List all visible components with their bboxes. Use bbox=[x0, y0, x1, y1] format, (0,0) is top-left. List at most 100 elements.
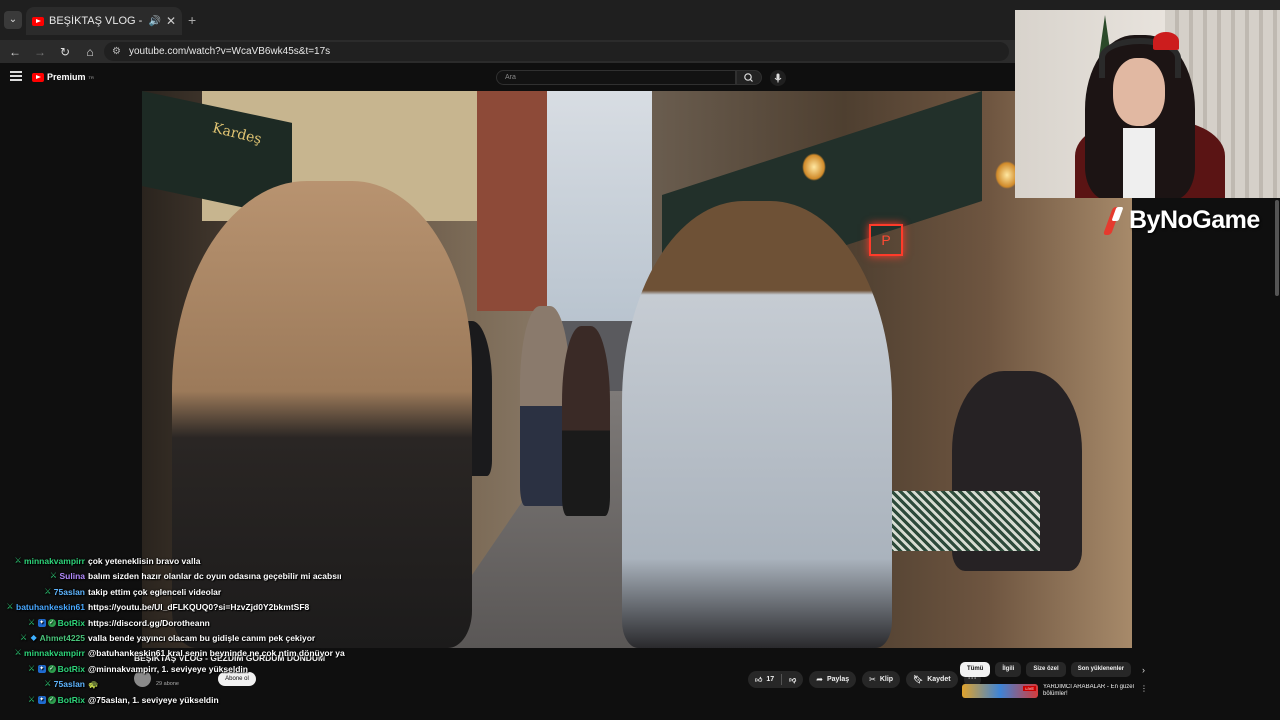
dislike-button[interactable]: 👎︎ bbox=[782, 675, 803, 684]
chat-username[interactable]: minnakvampirr bbox=[24, 556, 85, 566]
new-tab-button[interactable]: + bbox=[188, 12, 196, 28]
browser-tab-active[interactable]: BEŞİKTAŞ VLOG - GEZDİM GÖRDÜM 🔊 ✕ bbox=[26, 7, 182, 35]
chat-username[interactable]: 75aslan bbox=[54, 679, 85, 689]
chat-text: https://discord.gg/Dorotheann bbox=[88, 617, 210, 628]
chat-text: valla bende yayıncı olacam bu gidişle ca… bbox=[88, 632, 316, 643]
chat-username[interactable]: Sulina bbox=[59, 571, 85, 581]
sword-badge-icon: ⚔ bbox=[20, 632, 28, 642]
forward-arrow-icon[interactable]: → bbox=[30, 45, 50, 59]
chat-username[interactable]: Ahmet4225 bbox=[40, 633, 85, 643]
search-button[interactable] bbox=[736, 70, 762, 85]
clip-button[interactable]: ✂ Klip bbox=[862, 670, 901, 688]
cam-streamer-shirt bbox=[1123, 128, 1155, 198]
sponsor-name: ByNoGame bbox=[1129, 205, 1260, 234]
recommendation-chips: Tümü İlgili Size özel Son yüklenenler › bbox=[960, 662, 1145, 677]
logo-country: TR bbox=[88, 74, 94, 80]
chat-message: ⚔ ✦ ✓ BotRix https://discord.gg/Dorotheann bbox=[0, 618, 330, 633]
reload-icon[interactable]: ↻ bbox=[55, 45, 75, 59]
verified-badge-icon: ✓ bbox=[47, 618, 56, 627]
youtube-favicon-icon bbox=[32, 16, 44, 26]
recommended-video[interactable]: LIVE YARDIMCI ARABALAR - En güzel bölüml… bbox=[962, 684, 1148, 698]
sword-badge-icon: ⚔ bbox=[28, 617, 36, 627]
live-badge: LIVE bbox=[1023, 686, 1036, 691]
chat-message: ⚔ 75aslan 🐢 bbox=[0, 679, 330, 694]
like-dislike-group: 👍︎ 17 👎︎ bbox=[748, 670, 804, 688]
chat-text: @minnakvampirr, 1. seviyeye yükseldin bbox=[88, 663, 248, 674]
chip-for-you[interactable]: Size özel bbox=[1026, 662, 1066, 677]
browser-navbar: ← → ↻ ⌂ ⚙ youtube.com/watch?v=WcaVB6wk45… bbox=[0, 40, 1015, 63]
back-arrow-icon[interactable]: ← bbox=[5, 45, 25, 59]
rec-title[interactable]: YARDIMCI ARABALAR - En güzel bölümler! bbox=[1043, 684, 1135, 698]
voice-search-button[interactable] bbox=[770, 70, 786, 86]
chat-username[interactable]: batuhankeskin61 bbox=[16, 602, 85, 612]
chat-username[interactable]: BotRix bbox=[58, 618, 85, 628]
moderator-badge-icon: ✦ bbox=[37, 618, 46, 627]
chat-username[interactable]: 75aslan bbox=[54, 587, 85, 597]
scene-sky bbox=[547, 91, 657, 321]
share-label: Paylaş bbox=[826, 675, 850, 683]
more-vert-icon[interactable]: ⋮ bbox=[1140, 684, 1148, 698]
scene-person bbox=[622, 201, 892, 648]
chat-text: @batuhankeskin61 kral senin beyninde ne … bbox=[88, 648, 345, 659]
url-text: youtube.com/watch?v=WcaVB6wk45s&t=17s bbox=[128, 46, 331, 57]
chat-text: balım sizden hazır olanlar dc oyun odası… bbox=[88, 571, 342, 582]
chat-overlay: ⚔ minnakvampirr çok yeteneklisin bravo val… bbox=[0, 556, 344, 710]
chat-author: ⚔ minnakvampirr bbox=[14, 648, 85, 658]
site-info-icon[interactable]: ⚙ bbox=[112, 46, 121, 57]
chat-author: ⚔ ✦ ✓ BotRix bbox=[28, 695, 85, 705]
moderator-badge-icon: ✦ bbox=[37, 695, 46, 704]
save-button[interactable]: 🔖︎ Kaydet bbox=[906, 670, 958, 688]
webcam-overlay bbox=[1015, 10, 1280, 198]
home-icon[interactable]: ⌂ bbox=[80, 45, 100, 59]
chip-recent[interactable]: Son yüklenenler bbox=[1070, 662, 1132, 677]
gem-badge-icon: ◆ bbox=[30, 632, 37, 642]
thumbs-down-icon: 👎︎ bbox=[789, 676, 797, 684]
chat-username[interactable]: minnakvampirr bbox=[24, 648, 85, 658]
sword-badge-icon: ⚔ bbox=[28, 694, 36, 704]
sword-badge-icon: ⚔ bbox=[14, 648, 22, 658]
chat-author: ⚔ 75aslan bbox=[44, 679, 85, 689]
chip-all[interactable]: Tümü bbox=[960, 662, 991, 677]
chat-username[interactable]: BotRix bbox=[58, 695, 85, 705]
address-bar[interactable]: ⚙ youtube.com/watch?v=WcaVB6wk45s&t=17s bbox=[104, 42, 1009, 61]
chat-message: ⚔ Sulina balım sizden hazır olanlar dc oyu… bbox=[0, 571, 342, 586]
chat-author: ⚔ minnakvampirr bbox=[14, 556, 85, 566]
chat-text: 🐢 bbox=[88, 679, 99, 690]
scene-red-building bbox=[477, 91, 557, 311]
chat-author: ⚔ ◆ Ahmet4225 bbox=[20, 633, 85, 643]
chat-message: ⚔ ✦ ✓ BotRix @minnakvampirr, 1. seviyeye yük… bbox=[0, 664, 330, 679]
close-tab-icon[interactable]: ✕ bbox=[166, 14, 176, 28]
page-scrollbar[interactable] bbox=[1275, 200, 1279, 296]
chip-related[interactable]: İlgili bbox=[995, 662, 1022, 677]
chat-author: ⚔ 75aslan bbox=[44, 587, 85, 597]
scissors-icon: ✂ bbox=[869, 674, 876, 684]
chat-text: çok yeteneklisin bravo valla bbox=[88, 556, 201, 566]
video-actions: 👍︎ 17 👎︎ ➦ Paylaş ✂ Klip 🔖︎ Kaydet ⋯ bbox=[748, 670, 981, 688]
share-button[interactable]: ➦ Paylaş bbox=[809, 670, 857, 688]
microphone-icon bbox=[774, 73, 782, 83]
bookmark-icon: 🔖︎ bbox=[913, 674, 924, 684]
chevron-right-icon[interactable]: › bbox=[1142, 665, 1145, 675]
sword-badge-icon: ⚔ bbox=[49, 571, 58, 581]
speaker-icon[interactable]: 🔊 bbox=[148, 16, 160, 27]
chat-author: ⚔ ✦ ✓ BotRix bbox=[28, 618, 85, 628]
rec-thumbnail[interactable]: LIVE bbox=[962, 684, 1038, 698]
search-input[interactable]: Ara bbox=[496, 70, 736, 85]
share-icon: ➦ bbox=[816, 674, 823, 684]
scene-person bbox=[562, 326, 610, 516]
clip-label: Klip bbox=[879, 675, 894, 683]
youtube-logo[interactable]: Premium TR bbox=[32, 72, 94, 82]
santa-hat-icon bbox=[1153, 32, 1179, 50]
chat-author: ⚔ ✦ ✓ BotRix bbox=[28, 664, 85, 674]
youtube-logo-icon bbox=[32, 72, 44, 82]
verified-badge-icon: ✓ bbox=[47, 664, 56, 673]
tab-search-button[interactable]: ⌄ bbox=[4, 11, 22, 29]
chat-message: ⚔ batuhankeskin61 https://youtu.be/Ul_dFLK… bbox=[0, 602, 330, 617]
sponsor-logo: ByNoGame bbox=[1104, 202, 1260, 238]
chat-text: https://youtu.be/Ul_dFLKQUQ0?si=HzvZjd0Y… bbox=[88, 602, 310, 613]
like-button[interactable]: 👍︎ 17 bbox=[748, 675, 781, 684]
chat-message: ⚔ minnakvampirr çok yeteneklisin bravo val… bbox=[0, 556, 330, 571]
menu-icon[interactable] bbox=[10, 71, 22, 83]
chat-username[interactable]: BotRix bbox=[58, 664, 85, 674]
chat-message: ⚔ ✦ ✓ BotRix @75aslan, 1. seviyeye yükseldin bbox=[0, 695, 330, 710]
